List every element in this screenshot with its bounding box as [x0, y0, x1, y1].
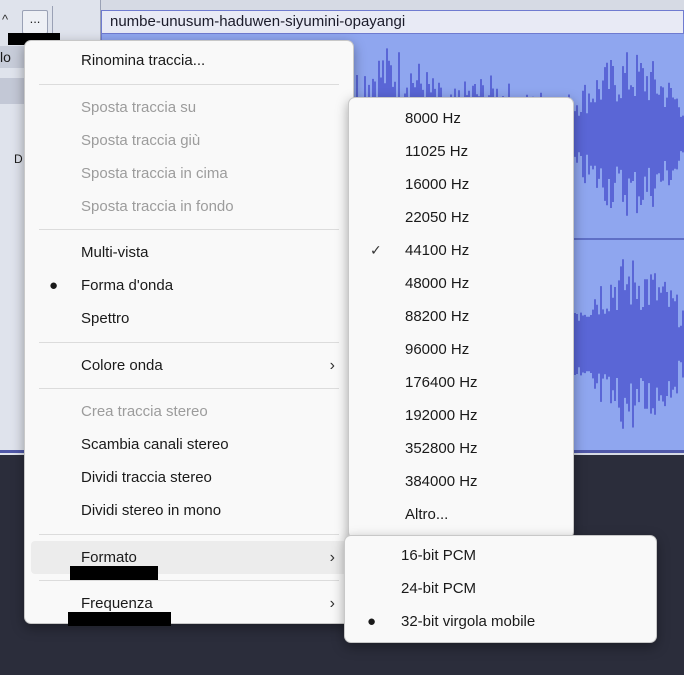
- rate-item[interactable]: 192000 Hz: [355, 399, 567, 432]
- menu-item-move-top[interactable]: Sposta traccia in cima: [31, 157, 347, 190]
- menu-item-split-stereo[interactable]: Dividi traccia stereo: [31, 461, 347, 494]
- chevron-right-icon: ›: [329, 549, 335, 566]
- menu-item-swap-channels[interactable]: Scambia canali stereo: [31, 428, 347, 461]
- format-item-label: 24-bit PCM: [401, 580, 477, 597]
- rate-item-label: 176400 Hz: [405, 374, 478, 391]
- format-item[interactable]: 24-bit PCM: [351, 572, 650, 605]
- menu-item-move-down[interactable]: Sposta traccia giù: [31, 124, 347, 157]
- menu-item-split-stereo-mono[interactable]: Dividi stereo in mono: [31, 494, 347, 527]
- rate-item-label: Altro...: [405, 506, 449, 523]
- track-header-d-label: D: [14, 152, 23, 166]
- rate-item-label: 352800 Hz: [405, 440, 478, 457]
- rate-item[interactable]: ✓ 44100 Hz: [355, 234, 567, 267]
- menu-item-spectrogram[interactable]: Spettro: [31, 302, 347, 335]
- rate-item-label: 16000 Hz: [405, 176, 470, 193]
- rate-item-label: 384000 Hz: [405, 473, 478, 490]
- rate-item[interactable]: 176400 Hz: [355, 366, 567, 399]
- rate-item[interactable]: 352800 Hz: [355, 432, 567, 465]
- menu-separator: [39, 534, 339, 535]
- menu-separator: [39, 229, 339, 230]
- menu-item-label: Multi-vista: [81, 244, 149, 261]
- rate-item[interactable]: 96000 Hz: [355, 333, 567, 366]
- clip-name-bar[interactable]: numbe-unusum-haduwen-siyumini-opayangi: [101, 10, 684, 34]
- chevron-right-icon: ›: [329, 357, 335, 374]
- format-item[interactable]: ● 32-bit virgola mobile: [351, 605, 650, 638]
- rate-item[interactable]: 88200 Hz: [355, 300, 567, 333]
- chevron-right-icon: ›: [329, 595, 335, 612]
- format-submenu: 16-bit PCM 24-bit PCM ● 32-bit virgola mobi…: [344, 535, 657, 643]
- rate-item[interactable]: Altro...: [355, 498, 567, 531]
- rate-item-label: 96000 Hz: [405, 341, 470, 358]
- bullet-icon: ●: [49, 277, 59, 294]
- menu-item-waveform[interactable]: ● Forma d'onda: [31, 269, 347, 302]
- menu-item-label: Colore onda: [81, 357, 163, 374]
- menu-item-label: Dividi stereo in mono: [81, 502, 222, 519]
- menu-item-label: Spettro: [81, 310, 130, 327]
- menu-item-move-up[interactable]: Sposta traccia su: [31, 91, 347, 124]
- menu-item-label: Sposta traccia su: [81, 99, 197, 116]
- format-item-label: 32-bit virgola mobile: [401, 613, 536, 630]
- menu-separator: [39, 84, 339, 85]
- menu-item-move-bottom[interactable]: Sposta traccia in fondo: [31, 190, 347, 223]
- format-item-label: 16-bit PCM: [401, 547, 477, 564]
- checkmark-icon: ✓: [370, 242, 382, 258]
- rate-item[interactable]: 16000 Hz: [355, 168, 567, 201]
- rate-item[interactable]: 48000 Hz: [355, 267, 567, 300]
- redaction-bar: [68, 612, 171, 626]
- rate-item-label: 11025 Hz: [405, 143, 469, 160]
- menu-item-label: Forma d'onda: [81, 277, 174, 294]
- menu-item-label: Rinomina traccia...: [81, 52, 206, 69]
- menu-separator: [39, 388, 339, 389]
- rate-item-label: 22050 Hz: [405, 209, 470, 226]
- menu-item-make-stereo[interactable]: Crea traccia stereo: [31, 395, 347, 428]
- track-header-top: ^ ...: [0, 6, 100, 36]
- track-menu-button[interactable]: ...: [22, 10, 48, 34]
- menu-item-multi-view[interactable]: Multi-vista: [31, 236, 347, 269]
- menu-separator: [39, 342, 339, 343]
- redaction-bar: [70, 566, 158, 580]
- rate-item[interactable]: 8000 Hz: [355, 102, 567, 135]
- menu-item-label: Scambia canali stereo: [81, 436, 229, 453]
- rate-item[interactable]: 384000 Hz: [355, 465, 567, 498]
- track-context-menu: Rinomina traccia... Sposta traccia su Sp…: [24, 40, 354, 624]
- menu-item-label: Sposta traccia in cima: [81, 165, 228, 182]
- menu-item-label: Crea traccia stereo: [81, 403, 208, 420]
- chevron-up-icon[interactable]: ^: [2, 12, 8, 27]
- menu-item-rename[interactable]: Rinomina traccia...: [31, 44, 347, 77]
- menu-item-label: Dividi traccia stereo: [81, 469, 212, 486]
- menu-separator: [39, 580, 339, 581]
- menu-item-wave-color[interactable]: Colore onda ›: [31, 349, 347, 382]
- format-item[interactable]: 16-bit PCM: [351, 539, 650, 572]
- rate-item-label: 44100 Hz: [405, 242, 470, 259]
- rate-item-label: 8000 Hz: [405, 110, 461, 127]
- menu-item-label: Sposta traccia giù: [81, 132, 201, 149]
- rate-item[interactable]: 22050 Hz: [355, 201, 567, 234]
- rate-item-label: 48000 Hz: [405, 275, 470, 292]
- header-divider: [52, 6, 53, 36]
- bullet-icon: ●: [367, 613, 377, 630]
- rate-item[interactable]: 11025 Hz: [355, 135, 567, 168]
- menu-item-label: Sposta traccia in fondo: [81, 198, 234, 215]
- rate-submenu: 8000 Hz 11025 Hz 16000 Hz 22050 Hz ✓ 44100 Hz…: [348, 97, 574, 539]
- rate-item-label: 192000 Hz: [405, 407, 478, 424]
- rate-item-label: 88200 Hz: [405, 308, 470, 325]
